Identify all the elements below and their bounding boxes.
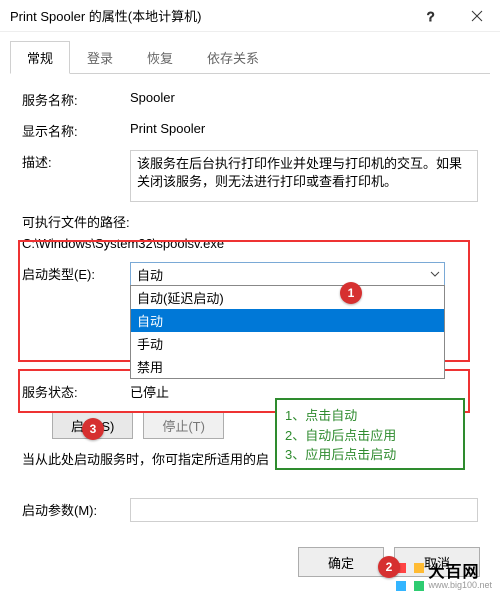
ok-button[interactable]: 确定 [298, 547, 384, 577]
description-textbox[interactable]: 该服务在后台执行打印作业并处理与打印机的交互。如果关闭该服务，则无法进行打印或查… [130, 150, 478, 202]
display-name-value: Print Spooler [130, 119, 478, 136]
annotation-marker-3: 3 [82, 418, 104, 440]
service-name-label: 服务名称: [22, 88, 130, 109]
chevron-down-icon [430, 267, 440, 282]
watermark-sub: www.big100.net [428, 581, 492, 590]
tabs: 常规 登录 恢复 依存关系 [10, 40, 490, 74]
watermark-main: 大百网 [428, 565, 492, 581]
exe-path-label: 可执行文件的路径: [22, 212, 478, 231]
description-label: 描述: [22, 150, 130, 171]
stop-button: 停止(T) [143, 411, 224, 439]
start-params-label: 启动参数(M): [22, 498, 130, 519]
service-name-value: Spooler [130, 88, 478, 105]
exe-path-value: C:\Windows\System32\spoolsv.exe [22, 233, 478, 254]
startup-type-label: 启动类型(E): [22, 262, 130, 283]
titlebar: Print Spooler 的属性(本地计算机) ? [0, 0, 500, 32]
display-name-label: 显示名称: [22, 119, 130, 140]
green-hint-2: 2、自动后点击应用 [285, 426, 455, 446]
watermark-logo-icon [396, 563, 424, 591]
start-params-input[interactable] [130, 498, 478, 522]
watermark: 大百网 www.big100.net [396, 563, 492, 591]
help-button[interactable]: ? [408, 0, 454, 32]
close-button[interactable] [454, 0, 500, 32]
tab-recovery[interactable]: 恢复 [130, 41, 190, 74]
tab-logon[interactable]: 登录 [70, 41, 130, 74]
option-disabled[interactable]: 禁用 [131, 355, 444, 378]
tab-general[interactable]: 常规 [10, 41, 70, 74]
green-hint-1: 1、点击自动 [285, 406, 455, 426]
option-auto[interactable]: 自动 [131, 309, 444, 332]
annotation-marker-1: 1 [340, 282, 362, 304]
option-auto-delayed[interactable]: 自动(延迟启动) [131, 286, 444, 309]
option-manual[interactable]: 手动 [131, 332, 444, 355]
green-hint-3: 3、应用后点击启动 [285, 445, 455, 465]
annotation-marker-2: 2 [378, 556, 400, 578]
tab-dependencies[interactable]: 依存关系 [190, 41, 276, 74]
service-status-label: 服务状态: [22, 380, 130, 401]
annotation-greenbox: 1、点击自动 2、自动后点击应用 3、应用后点击启动 [275, 398, 465, 470]
startup-type-dropdown: 自动(延迟启动) 自动 手动 禁用 [130, 285, 445, 379]
svg-text:?: ? [427, 10, 434, 22]
startup-type-select[interactable]: 自动 [130, 262, 445, 286]
window-title: Print Spooler 的属性(本地计算机) [10, 6, 408, 25]
startup-type-selected: 自动 [137, 265, 163, 284]
